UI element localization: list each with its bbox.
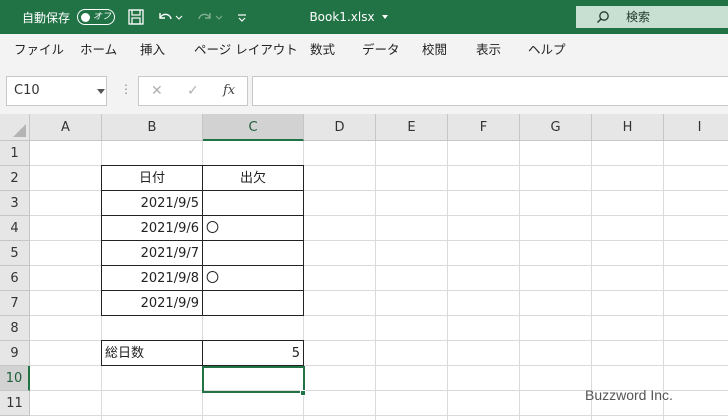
cell-c2[interactable]: 出欠	[203, 166, 303, 191]
row-header-2[interactable]: 2	[0, 166, 30, 191]
tab-formulas[interactable]: 数式	[310, 34, 335, 66]
row-header-7[interactable]: 7	[0, 291, 30, 316]
cell-c4[interactable]: 〇	[203, 216, 303, 241]
row-header-5[interactable]: 5	[0, 241, 30, 266]
active-cell-selection[interactable]	[202, 366, 305, 393]
cancel-icon[interactable]: ✕	[151, 77, 163, 105]
select-all-icon	[13, 124, 26, 137]
column-header-g[interactable]: G	[520, 114, 592, 141]
row-header-3[interactable]: 3	[0, 191, 30, 216]
column-header-h[interactable]: H	[592, 114, 664, 141]
name-box-dropdown-icon[interactable]	[97, 89, 105, 94]
ribbon-collapsed-area	[0, 66, 728, 74]
cell-b5[interactable]: 2021/9/7	[102, 241, 202, 266]
column-header-c[interactable]: C	[203, 114, 304, 141]
file-menu-chevron-icon	[381, 15, 388, 19]
row-header-9[interactable]: 9	[0, 341, 30, 366]
cell-b3[interactable]: 2021/9/5	[102, 191, 202, 216]
row-header-10[interactable]: 10	[0, 366, 30, 391]
insert-function-icon[interactable]: fx	[223, 77, 235, 105]
cell-c6[interactable]: 〇	[203, 266, 303, 291]
formula-input[interactable]	[252, 76, 728, 106]
name-box-value: C10	[14, 83, 40, 98]
row-header-8[interactable]: 8	[0, 316, 30, 341]
formula-bar: C10 ⋮ ✕ ✓ fx	[0, 74, 728, 114]
tab-insert[interactable]: 挿入	[140, 34, 165, 66]
tab-help[interactable]: ヘルプ	[528, 34, 566, 66]
search-placeholder: 検索	[626, 10, 651, 24]
column-header-a[interactable]: A	[30, 114, 102, 141]
name-box[interactable]: C10	[6, 76, 107, 106]
watermark: Buzzword Inc.	[585, 387, 673, 403]
search-box[interactable]: 検索	[576, 6, 728, 28]
gridline	[30, 415, 728, 416]
gridline	[447, 141, 448, 420]
column-header-e[interactable]: E	[376, 114, 448, 141]
fill-handle[interactable]	[300, 390, 306, 396]
file-name: Book1.xlsx	[309, 10, 375, 24]
column-header-d[interactable]: D	[304, 114, 376, 141]
cell-c9[interactable]: 5	[203, 341, 303, 366]
tab-file[interactable]: ファイル	[14, 34, 64, 66]
table-border	[303, 165, 304, 316]
tab-home[interactable]: ホーム	[80, 34, 117, 66]
gridline	[375, 141, 376, 420]
cell-b6[interactable]: 2021/9/8	[102, 266, 202, 291]
row-header-6[interactable]: 6	[0, 266, 30, 291]
gridline	[519, 141, 520, 420]
row-header-11[interactable]: 11	[0, 391, 30, 416]
tab-view[interactable]: 表示	[476, 34, 501, 66]
cell-b7[interactable]: 2021/9/9	[102, 291, 202, 316]
select-all-corner[interactable]	[0, 114, 30, 141]
cell-b2[interactable]: 日付	[102, 166, 202, 191]
row-header-1[interactable]: 1	[0, 141, 30, 166]
column-header-i[interactable]: I	[664, 114, 728, 141]
search-icon	[597, 11, 609, 23]
row-header-4[interactable]: 4	[0, 216, 30, 241]
title-bar: 自動保存 オフ Book1.xlsx 検索	[0, 0, 728, 34]
total-border	[303, 340, 304, 366]
formula-bar-grip-icon: ⋮	[120, 82, 132, 96]
tab-data[interactable]: データ	[362, 34, 400, 66]
tab-review[interactable]: 校閲	[422, 34, 447, 66]
formula-buttons: ✕ ✓ fx	[138, 76, 248, 106]
column-header-f[interactable]: F	[448, 114, 520, 141]
enter-icon[interactable]: ✓	[187, 77, 199, 105]
column-header-b[interactable]: B	[102, 114, 203, 141]
cell-b4[interactable]: 2021/9/6	[102, 216, 202, 241]
worksheet-grid[interactable]: A B C D E F G H I 1 2 3 4 5 6 7 8 9 10 1…	[0, 114, 728, 420]
cell-b9[interactable]: 総日数	[102, 341, 202, 366]
ribbon-tabs: ファイル ホーム 挿入 ページ レイアウト 数式 データ 校閲 表示 ヘルプ	[0, 34, 728, 66]
tab-page-layout[interactable]: ページ レイアウト	[194, 34, 298, 66]
gridline	[663, 141, 664, 420]
gridline	[591, 141, 592, 420]
